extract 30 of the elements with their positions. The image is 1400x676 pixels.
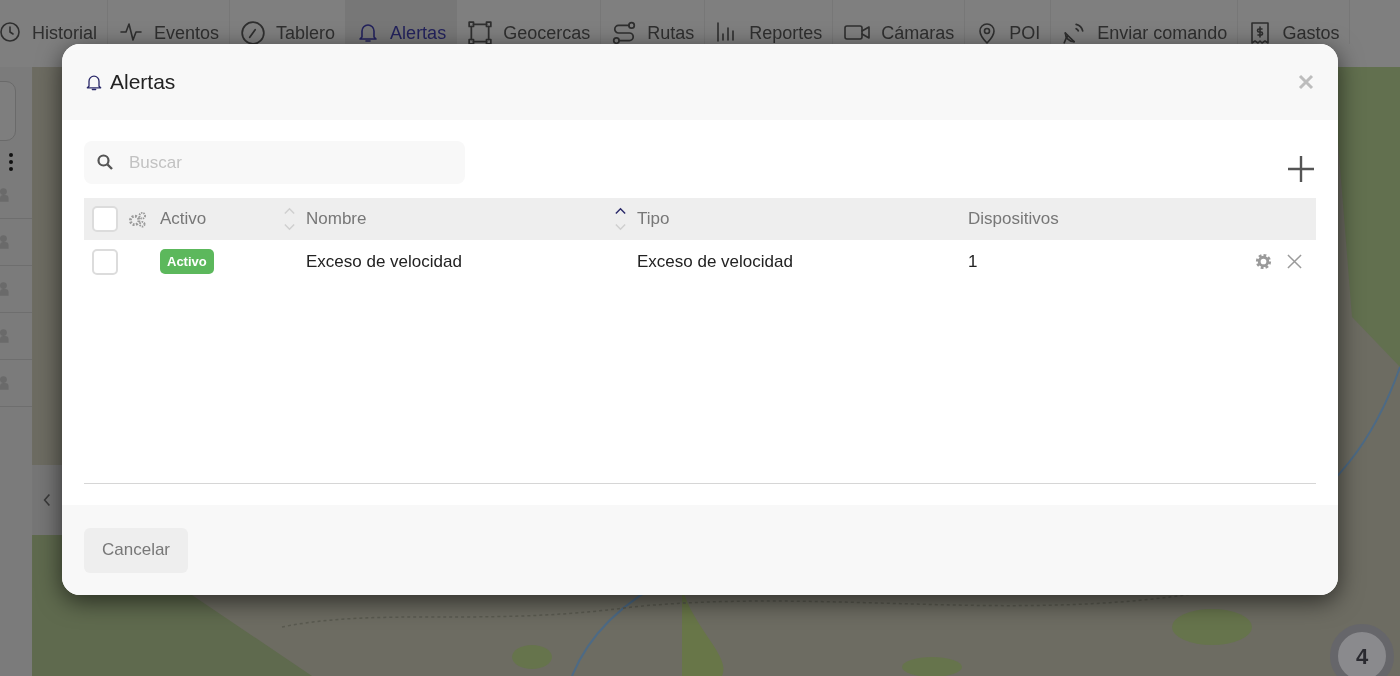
plus-icon	[1287, 155, 1315, 183]
gears-icon[interactable]	[128, 210, 147, 228]
close-icon	[1298, 74, 1314, 90]
clock-icon	[0, 20, 22, 44]
gear-icon	[1254, 252, 1273, 271]
column-header[interactable]: Activo	[160, 206, 207, 232]
column-header[interactable]: Nombre	[306, 206, 367, 232]
add-button[interactable]	[1287, 155, 1315, 183]
collapse-tab[interactable]	[32, 465, 62, 535]
nav-tab[interactable]: Alertas	[346, 0, 458, 44]
table-cell: 1	[968, 251, 978, 271]
delete-button[interactable]	[1287, 254, 1302, 269]
kebab-menu-icon[interactable]	[8, 152, 14, 172]
column-header[interactable]: Tipo	[637, 206, 670, 232]
table-cell: Exceso de velocidad	[637, 251, 793, 271]
route-icon	[611, 20, 638, 46]
status-badge: Activo	[160, 248, 214, 275]
checkbox[interactable]	[92, 248, 118, 275]
column-header[interactable]: Dispositivos	[968, 206, 1059, 232]
search-icon	[97, 154, 113, 170]
close-button[interactable]	[1296, 72, 1316, 92]
dialog-title: Alertas	[110, 69, 176, 96]
cancel-button[interactable]: Cancelar	[84, 527, 189, 573]
gauge-icon	[240, 20, 267, 46]
settings-button[interactable]	[1254, 252, 1273, 271]
close-icon	[1287, 254, 1302, 269]
table-cell: Exceso de velocidad	[306, 251, 462, 271]
checkbox[interactable]	[92, 206, 118, 232]
chevron-left-icon	[43, 493, 51, 507]
pulse-icon	[118, 20, 144, 44]
